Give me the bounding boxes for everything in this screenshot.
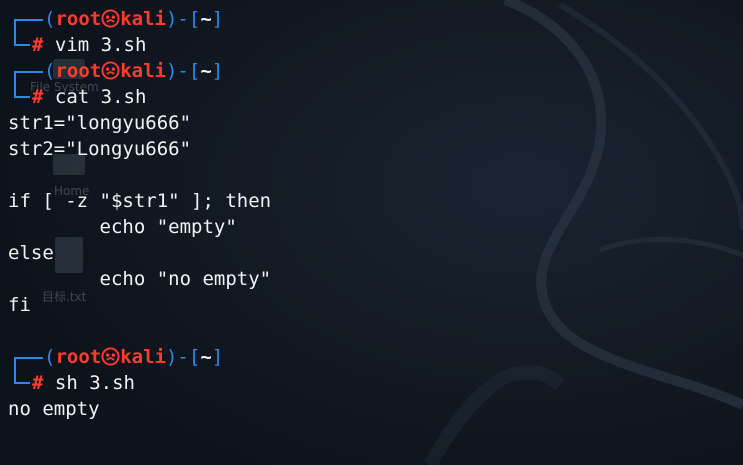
prompt-dir: ~ [200, 346, 212, 368]
command-text: vim 3.sh [54, 34, 147, 56]
output-line: str1="longyu666" [8, 112, 192, 134]
prompt-corner-bottom [14, 84, 30, 98]
prompt-user: root [55, 8, 102, 30]
prompt-host: kali [120, 8, 166, 30]
output-line: else [8, 242, 54, 264]
prompt-user: root [55, 346, 102, 368]
prompt-host: kali [120, 346, 166, 368]
prompt-bracket-close: ] [211, 8, 224, 30]
prompt-symbol: # [32, 86, 44, 108]
terminal-output[interactable]: (root kali)-[~] # vim 3.sh (root kali)-[~] # … [0, 6, 271, 422]
skull-icon [101, 9, 120, 28]
prompt-header: (root kali)-[~] [0, 6, 271, 32]
prompt-corner-bottom [14, 32, 30, 46]
prompt-host: kali [120, 60, 166, 82]
prompt-paren-open: ( [44, 346, 56, 368]
prompt-paren-open: ( [44, 60, 56, 82]
output-line: no empty [8, 398, 100, 420]
prompt-paren-close: )-[ [165, 8, 201, 30]
prompt-dir: ~ [200, 8, 212, 30]
prompt-header: (root kali)-[~] [0, 58, 271, 84]
prompt-symbol: # [32, 372, 44, 394]
output-line: echo "empty" [8, 216, 237, 238]
prompt-corner-top [14, 71, 43, 84]
command-text: sh 3.sh [54, 372, 135, 394]
prompt-header: (root kali)-[~] [0, 344, 271, 370]
prompt-bracket-close: ] [211, 60, 224, 82]
command-line: # cat 3.sh [0, 84, 271, 110]
command-line: # vim 3.sh [0, 32, 271, 58]
output-line: str2="Longyu666" [8, 138, 192, 160]
prompt-corner-top [14, 19, 43, 32]
skull-icon [101, 347, 120, 366]
prompt-symbol: # [32, 34, 44, 56]
prompt-paren-open: ( [44, 8, 56, 30]
command-text: cat 3.sh [54, 86, 147, 108]
command-line: # sh 3.sh [0, 370, 271, 396]
prompt-corner-top [14, 357, 43, 370]
skull-icon [101, 61, 120, 80]
prompt-paren-close: )-[ [165, 60, 201, 82]
output-line: echo "no empty" [8, 268, 272, 290]
output-line: fi [8, 294, 31, 316]
prompt-user: root [55, 60, 102, 82]
prompt-bracket-close: ] [211, 346, 224, 368]
output-line: if [ -z "$str1" ]; then [8, 190, 272, 212]
prompt-corner-bottom [14, 370, 30, 384]
prompt-paren-close: )-[ [165, 346, 201, 368]
prompt-dir: ~ [200, 60, 212, 82]
